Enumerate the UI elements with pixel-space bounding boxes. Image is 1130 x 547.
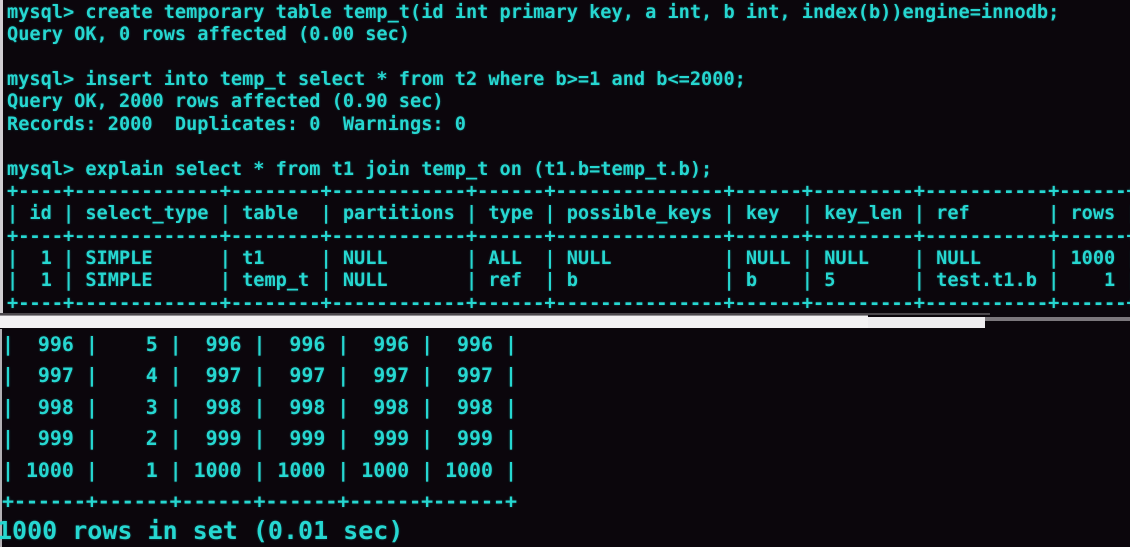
scrollbar-thumb[interactable] <box>0 315 868 328</box>
terminal-screenshot: mysql> create temporary table temp_t(id … <box>0 0 1130 547</box>
rows-in-set-status: 1000 rows in set (0.01 sec) <box>0 516 403 545</box>
top-window-left-border <box>0 0 3 314</box>
mysql-session-output: mysql> create temporary table temp_t(id … <box>7 2 1130 315</box>
scrollbar-track[interactable] <box>985 317 1130 321</box>
scrollbar-thumb-step[interactable] <box>868 317 985 328</box>
query-result-rows: | 996 | 5 | 996 | 996 | 996 | 996 | | 99… <box>2 329 517 517</box>
